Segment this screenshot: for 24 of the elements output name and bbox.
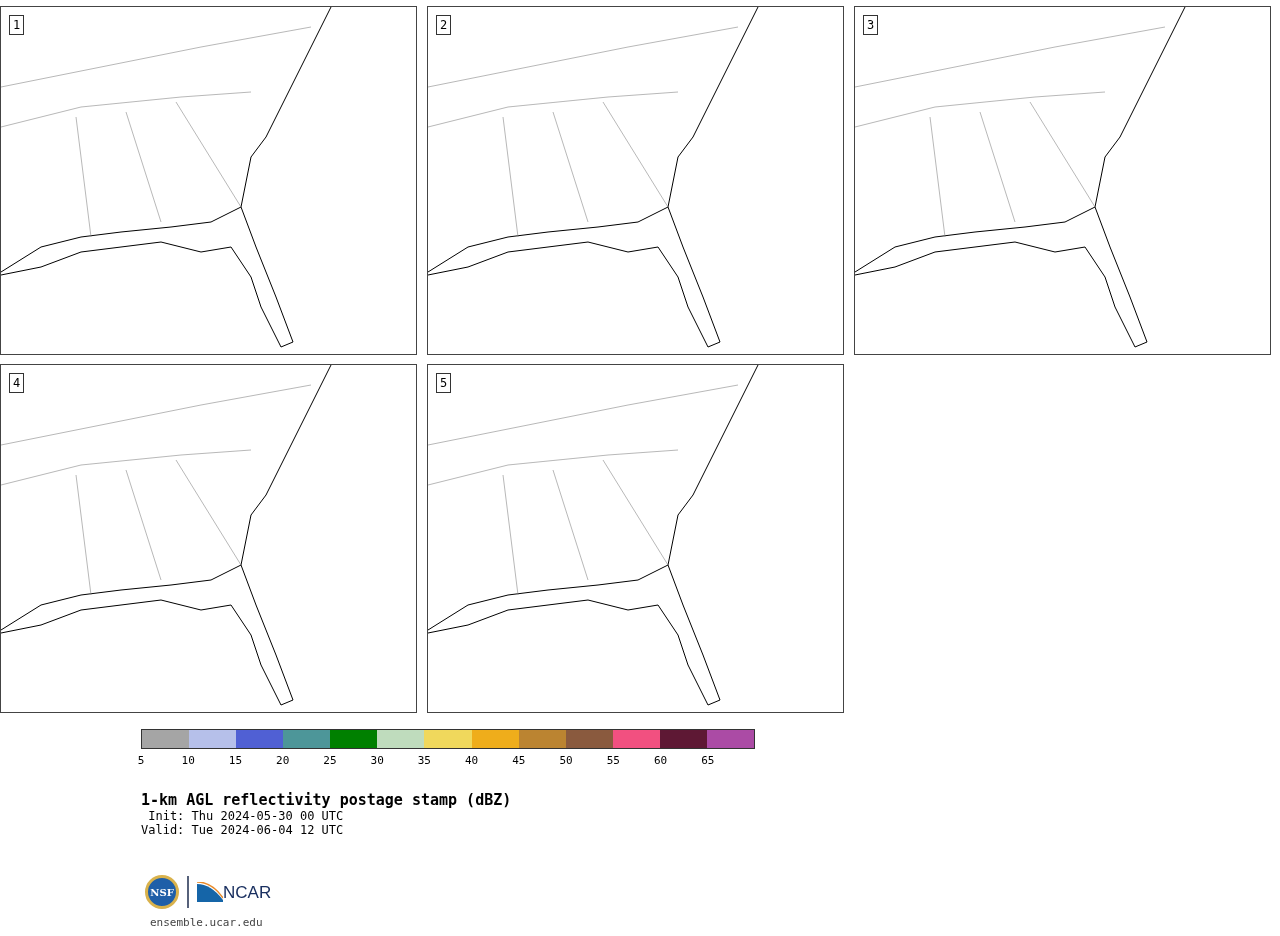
legend-tick-label: 25	[323, 753, 337, 769]
panel-number: 3	[863, 15, 879, 35]
legend-tick-label: 45	[512, 753, 526, 769]
legend-tick-label: 20	[276, 753, 290, 769]
init-time: Init: Thu 2024-05-30 00 UTC	[147, 809, 345, 823]
panel-number: 5	[436, 373, 452, 393]
legend-tick-label: 40	[465, 753, 479, 769]
panel-number: 1	[9, 15, 25, 35]
website-link[interactable]: ensemble.ucar.edu	[150, 915, 1280, 932]
legend-tick-label: 15	[228, 753, 243, 769]
valid-time: Valid: Tue 2024-06-04 12 UTC	[141, 823, 345, 837]
legend-tick-label: 60	[653, 753, 668, 769]
legend-tick-label: 55	[606, 753, 620, 769]
legend-tick-label: 65	[701, 753, 715, 769]
legend-tick-label: 30	[370, 753, 384, 769]
nsf-logo: NSF	[145, 875, 179, 909]
ncar-logo: NCAR	[197, 882, 272, 902]
panel-number: 4	[9, 373, 25, 393]
legend-tick-label: 50	[559, 753, 573, 769]
legend-tick-label: 5	[137, 753, 145, 769]
panel-number: 2	[436, 15, 452, 35]
chart-title: 1-km AGL reflectivity postage stamp (dBZ)	[141, 791, 513, 809]
legend-tick-label: 35	[417, 753, 431, 769]
legend-tick-label: 10	[181, 753, 195, 769]
